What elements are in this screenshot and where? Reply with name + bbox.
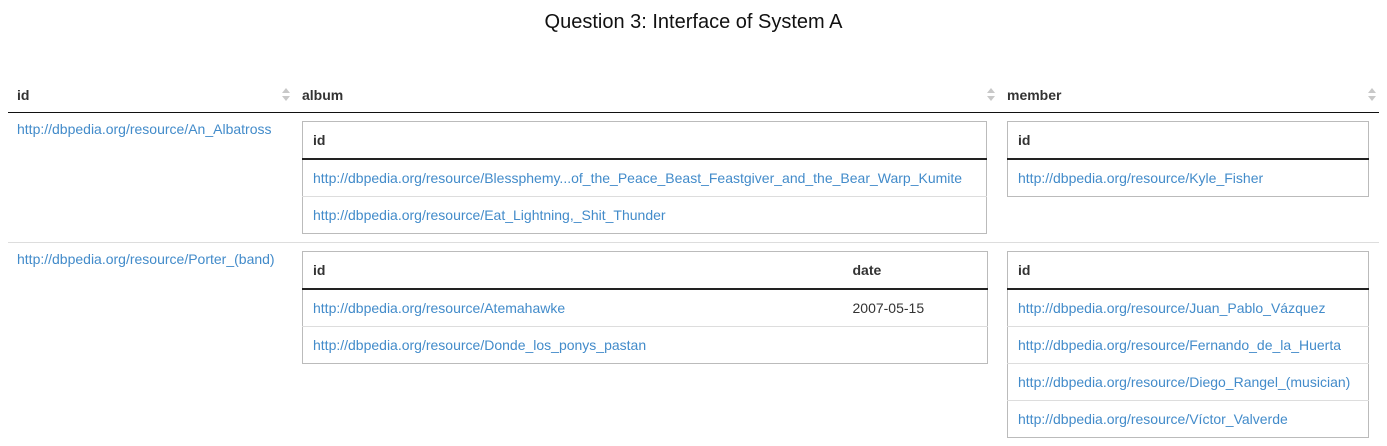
sort-icon[interactable] — [1368, 88, 1376, 102]
member-id-cell: http://dbpedia.org/resource/Víctor_Valve… — [1008, 401, 1369, 438]
table-header-row: id album member — [8, 78, 1379, 113]
member-id-cell: http://dbpedia.org/resource/Juan_Pablo_V… — [1008, 289, 1369, 327]
member-subtable: id http://dbpedia.org/resource/Kyle_Fish… — [1007, 121, 1369, 197]
album-date-cell — [843, 327, 988, 364]
album-row: http://dbpedia.org/resource/Donde_los_po… — [303, 327, 988, 364]
album-link[interactable]: http://dbpedia.org/resource/Blessphemy..… — [313, 170, 962, 186]
album-subtable: id http://dbpedia.org/resource/Blessphem… — [302, 121, 987, 234]
results-table: id album member http://dbpedia.org/resou… — [8, 78, 1379, 446]
member-id-cell: http://dbpedia.org/resource/Kyle_Fisher — [1008, 159, 1369, 197]
album-id-cell: http://dbpedia.org/resource/Eat_Lightnin… — [303, 197, 987, 234]
sort-icon[interactable] — [987, 88, 995, 102]
subtable-header-row: id — [1008, 122, 1369, 160]
member-row: http://dbpedia.org/resource/Kyle_Fisher — [1008, 159, 1369, 197]
album-date-cell: 2007-05-15 — [843, 289, 988, 327]
band-link[interactable]: http://dbpedia.org/resource/Porter_(band… — [17, 251, 275, 267]
column-header-album[interactable]: album — [293, 78, 998, 113]
member-row: http://dbpedia.org/resource/Diego_Rangel… — [1008, 364, 1369, 401]
member-cell: id http://dbpedia.org/resource/Kyle_Fish… — [998, 113, 1379, 243]
album-row: http://dbpedia.org/resource/Atemahawke 2… — [303, 289, 988, 327]
member-link[interactable]: http://dbpedia.org/resource/Kyle_Fisher — [1018, 170, 1263, 186]
column-header-member[interactable]: member — [998, 78, 1379, 113]
album-cell: id date http://dbpedia.org/resource/Atem… — [293, 243, 998, 446]
member-subtable: id http://dbpedia.org/resource/Juan_Pabl… — [1007, 251, 1369, 438]
subtable-header-id: id — [303, 122, 987, 160]
subtable-header-row: id — [303, 122, 987, 160]
member-link[interactable]: http://dbpedia.org/resource/Fernando_de_… — [1018, 337, 1341, 353]
member-id-cell: http://dbpedia.org/resource/Fernando_de_… — [1008, 327, 1369, 364]
album-cell: id http://dbpedia.org/resource/Blessphem… — [293, 113, 998, 243]
id-cell: http://dbpedia.org/resource/Porter_(band… — [8, 243, 293, 446]
id-cell: http://dbpedia.org/resource/An_Albatross — [8, 113, 293, 243]
album-subtable: id date http://dbpedia.org/resource/Atem… — [302, 251, 988, 364]
member-row: http://dbpedia.org/resource/Víctor_Valve… — [1008, 401, 1369, 438]
subtable-header-id: id — [1008, 122, 1369, 160]
album-link[interactable]: http://dbpedia.org/resource/Eat_Lightnin… — [313, 207, 666, 223]
album-link[interactable]: http://dbpedia.org/resource/Atemahawke — [313, 300, 565, 316]
column-header-id-label: id — [17, 87, 29, 103]
member-link[interactable]: http://dbpedia.org/resource/Víctor_Valve… — [1018, 411, 1288, 427]
member-link[interactable]: http://dbpedia.org/resource/Diego_Rangel… — [1018, 374, 1350, 390]
album-id-cell: http://dbpedia.org/resource/Atemahawke — [303, 289, 843, 327]
member-row: http://dbpedia.org/resource/Fernando_de_… — [1008, 327, 1369, 364]
table-row: http://dbpedia.org/resource/An_Albatross… — [8, 113, 1379, 243]
subtable-header-row: id — [1008, 252, 1369, 290]
column-header-album-label: album — [302, 87, 343, 103]
member-cell: id http://dbpedia.org/resource/Juan_Pabl… — [998, 243, 1379, 446]
subtable-header-row: id date — [303, 252, 988, 290]
subtable-header-id: id — [1008, 252, 1369, 290]
sort-icon[interactable] — [282, 88, 290, 102]
column-header-id[interactable]: id — [8, 78, 293, 113]
band-link[interactable]: http://dbpedia.org/resource/An_Albatross — [17, 121, 272, 137]
subtable-header-date: date — [843, 252, 988, 290]
page-title: Question 3: Interface of System A — [0, 10, 1387, 34]
member-link[interactable]: http://dbpedia.org/resource/Juan_Pablo_V… — [1018, 300, 1325, 316]
member-row: http://dbpedia.org/resource/Juan_Pablo_V… — [1008, 289, 1369, 327]
album-id-cell: http://dbpedia.org/resource/Donde_los_po… — [303, 327, 843, 364]
album-row: http://dbpedia.org/resource/Blessphemy..… — [303, 159, 987, 197]
album-row: http://dbpedia.org/resource/Eat_Lightnin… — [303, 197, 987, 234]
column-header-member-label: member — [1007, 87, 1061, 103]
member-id-cell: http://dbpedia.org/resource/Diego_Rangel… — [1008, 364, 1369, 401]
album-id-cell: http://dbpedia.org/resource/Blessphemy..… — [303, 159, 987, 197]
subtable-header-id: id — [303, 252, 843, 290]
album-link[interactable]: http://dbpedia.org/resource/Donde_los_po… — [313, 337, 646, 353]
table-row: http://dbpedia.org/resource/Porter_(band… — [8, 243, 1379, 446]
